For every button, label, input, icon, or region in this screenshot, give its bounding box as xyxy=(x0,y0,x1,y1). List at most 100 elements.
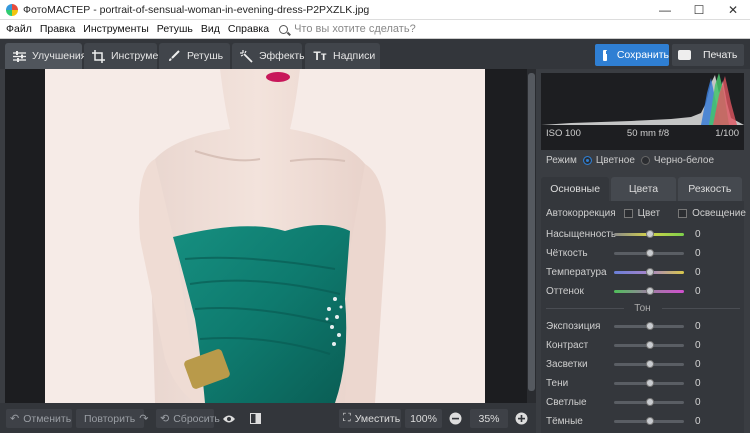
undo-button[interactable]: ↶ Отменить xyxy=(6,409,72,428)
slider-row-contrast: Контраст 0 xyxy=(546,338,736,352)
iso-value: ISO 100 xyxy=(546,128,581,139)
photo-preview[interactable] xyxy=(45,69,485,403)
divider xyxy=(662,308,740,309)
subtab-colors[interactable]: Цвета xyxy=(611,177,676,201)
slider-knob[interactable] xyxy=(646,268,654,276)
slider-knob[interactable] xyxy=(646,249,654,257)
auto-light-checkbox[interactable] xyxy=(678,209,688,218)
saturation-slider[interactable] xyxy=(614,230,684,238)
slider-value: 0 xyxy=(695,377,701,389)
highlights-slider[interactable] xyxy=(614,360,684,368)
slider-label: Температура xyxy=(546,266,607,278)
app-logo-icon xyxy=(6,3,18,16)
print-button[interactable]: Печать xyxy=(672,44,744,66)
slider-row-clarity: Чёткость 0 xyxy=(546,246,736,260)
slider-knob[interactable] xyxy=(646,379,654,387)
contrast-slider[interactable] xyxy=(614,341,684,349)
menu-bar: Файл Правка Инструменты Ретушь Вид Справ… xyxy=(0,20,750,39)
slider-knob[interactable] xyxy=(646,322,654,330)
undo-icon: ↶ xyxy=(10,413,20,425)
tab-enhance-label: Улучшения xyxy=(32,50,87,62)
auto-color-checkbox[interactable] xyxy=(623,209,633,218)
reset-icon: ⟲ xyxy=(160,413,170,425)
slider-value: 0 xyxy=(695,339,701,351)
subtab-sharpness[interactable]: Резкость xyxy=(677,177,742,201)
menu-view[interactable]: Вид xyxy=(201,23,220,35)
menu-search[interactable]: Что вы хотите сделать? xyxy=(279,23,416,35)
slider-row-saturation: Насыщенность 0 xyxy=(546,227,736,241)
auto-color-label[interactable]: Цвет xyxy=(638,208,660,219)
eye-icon[interactable] xyxy=(222,409,242,428)
fit-label: Уместить xyxy=(354,412,401,425)
menu-help[interactable]: Справка xyxy=(228,23,269,35)
mode-bw-label[interactable]: Черно-белое xyxy=(654,155,714,166)
tint-slider[interactable] xyxy=(614,287,684,295)
canvas-area[interactable] xyxy=(5,69,536,403)
bottom-bar: ↶ Отменить Повторить ↷ ⟲ Сбросить ⛶ Умес… xyxy=(0,403,536,433)
fit-button[interactable]: ⛶ Уместить xyxy=(339,409,401,428)
compare-icon[interactable] xyxy=(250,409,266,428)
slider-row-shadows: Тени 0 xyxy=(546,376,736,390)
crop-icon xyxy=(92,49,105,63)
slider-label: Оттенок xyxy=(546,285,584,297)
whites-slider[interactable] xyxy=(614,398,684,406)
exposure-slider[interactable] xyxy=(614,322,684,330)
slider-knob[interactable] xyxy=(646,398,654,406)
search-placeholder[interactable]: Что вы хотите сделать? xyxy=(294,23,416,35)
slider-knob[interactable] xyxy=(646,287,654,295)
slider-label: Засветки xyxy=(546,358,588,370)
vertical-scrollbar[interactable] xyxy=(527,69,536,403)
auto-light-label[interactable]: Освещение xyxy=(692,208,746,219)
reset-label: Сбросить xyxy=(173,412,220,425)
minus-circle-icon xyxy=(449,412,462,425)
slider-knob[interactable] xyxy=(646,417,654,425)
redo-button[interactable]: Повторить ↷ xyxy=(76,409,148,428)
save-button[interactable]: Сохранить xyxy=(595,44,669,66)
subtab-basic[interactable]: Основные xyxy=(541,177,610,201)
fit-icon: ⛶ xyxy=(343,412,351,424)
slider-value: 0 xyxy=(695,415,701,427)
temperature-slider[interactable] xyxy=(614,268,684,276)
adjust-subtabs: Основные Цвета Резкость xyxy=(541,177,744,201)
redo-icon: ↷ xyxy=(139,413,149,425)
tab-retouch[interactable]: Ретушь xyxy=(159,43,230,69)
slider-knob[interactable] xyxy=(646,230,654,238)
slider-row-highlights: Засветки 0 xyxy=(546,357,736,371)
tab-retouch-label: Ретушь xyxy=(187,50,224,62)
slider-row-tint: Оттенок 0 xyxy=(546,284,736,298)
slider-value: 0 xyxy=(695,247,701,259)
tab-captions[interactable]: Tт Надписи xyxy=(305,43,380,69)
menu-edit[interactable]: Правка xyxy=(40,23,75,35)
tab-effects[interactable]: Эффекты xyxy=(232,43,307,69)
menu-tools[interactable]: Инструменты xyxy=(83,23,148,35)
zoom-level[interactable]: 35% xyxy=(470,409,508,428)
lens-value: 50 mm f/8 xyxy=(626,128,670,139)
window-controls: — ☐ ✕ xyxy=(648,0,750,20)
menu-retouch[interactable]: Ретушь xyxy=(157,23,193,35)
zoom-in-button[interactable] xyxy=(515,409,531,428)
blacks-slider[interactable] xyxy=(614,417,684,425)
slider-row-whites: Светлые 0 xyxy=(546,395,736,409)
menu-file[interactable]: Файл xyxy=(6,23,32,35)
clarity-slider[interactable] xyxy=(614,249,684,257)
maximize-button[interactable]: ☐ xyxy=(682,0,716,20)
slider-label: Насыщенность xyxy=(546,228,617,240)
scrollbar-thumb[interactable] xyxy=(528,73,535,391)
auto-correction: Автокоррекция Цвет Освещение xyxy=(546,208,746,219)
tab-tools[interactable]: Инструменты xyxy=(84,43,176,69)
shadows-slider[interactable] xyxy=(614,379,684,387)
reset-button[interactable]: ⟲ Сбросить xyxy=(156,409,220,428)
print-button-label: Печать xyxy=(703,49,738,61)
window-title: ФотоМАСТЕР - portrait-of-sensual-woman-i… xyxy=(23,3,370,16)
zoom-out-button[interactable] xyxy=(449,409,465,428)
slider-knob[interactable] xyxy=(646,360,654,368)
mode-selector: Режим Цветное Черно-белое xyxy=(546,155,714,166)
mode-color-label[interactable]: Цветное xyxy=(596,155,635,166)
slider-knob[interactable] xyxy=(646,341,654,349)
minimize-button[interactable]: — xyxy=(648,0,682,20)
tab-enhance[interactable]: Улучшения xyxy=(5,43,86,69)
zoom-100-button[interactable]: 100% xyxy=(405,409,442,428)
mode-color-radio[interactable] xyxy=(582,156,592,165)
close-button[interactable]: ✕ xyxy=(716,0,750,20)
mode-bw-radio[interactable] xyxy=(640,156,650,165)
